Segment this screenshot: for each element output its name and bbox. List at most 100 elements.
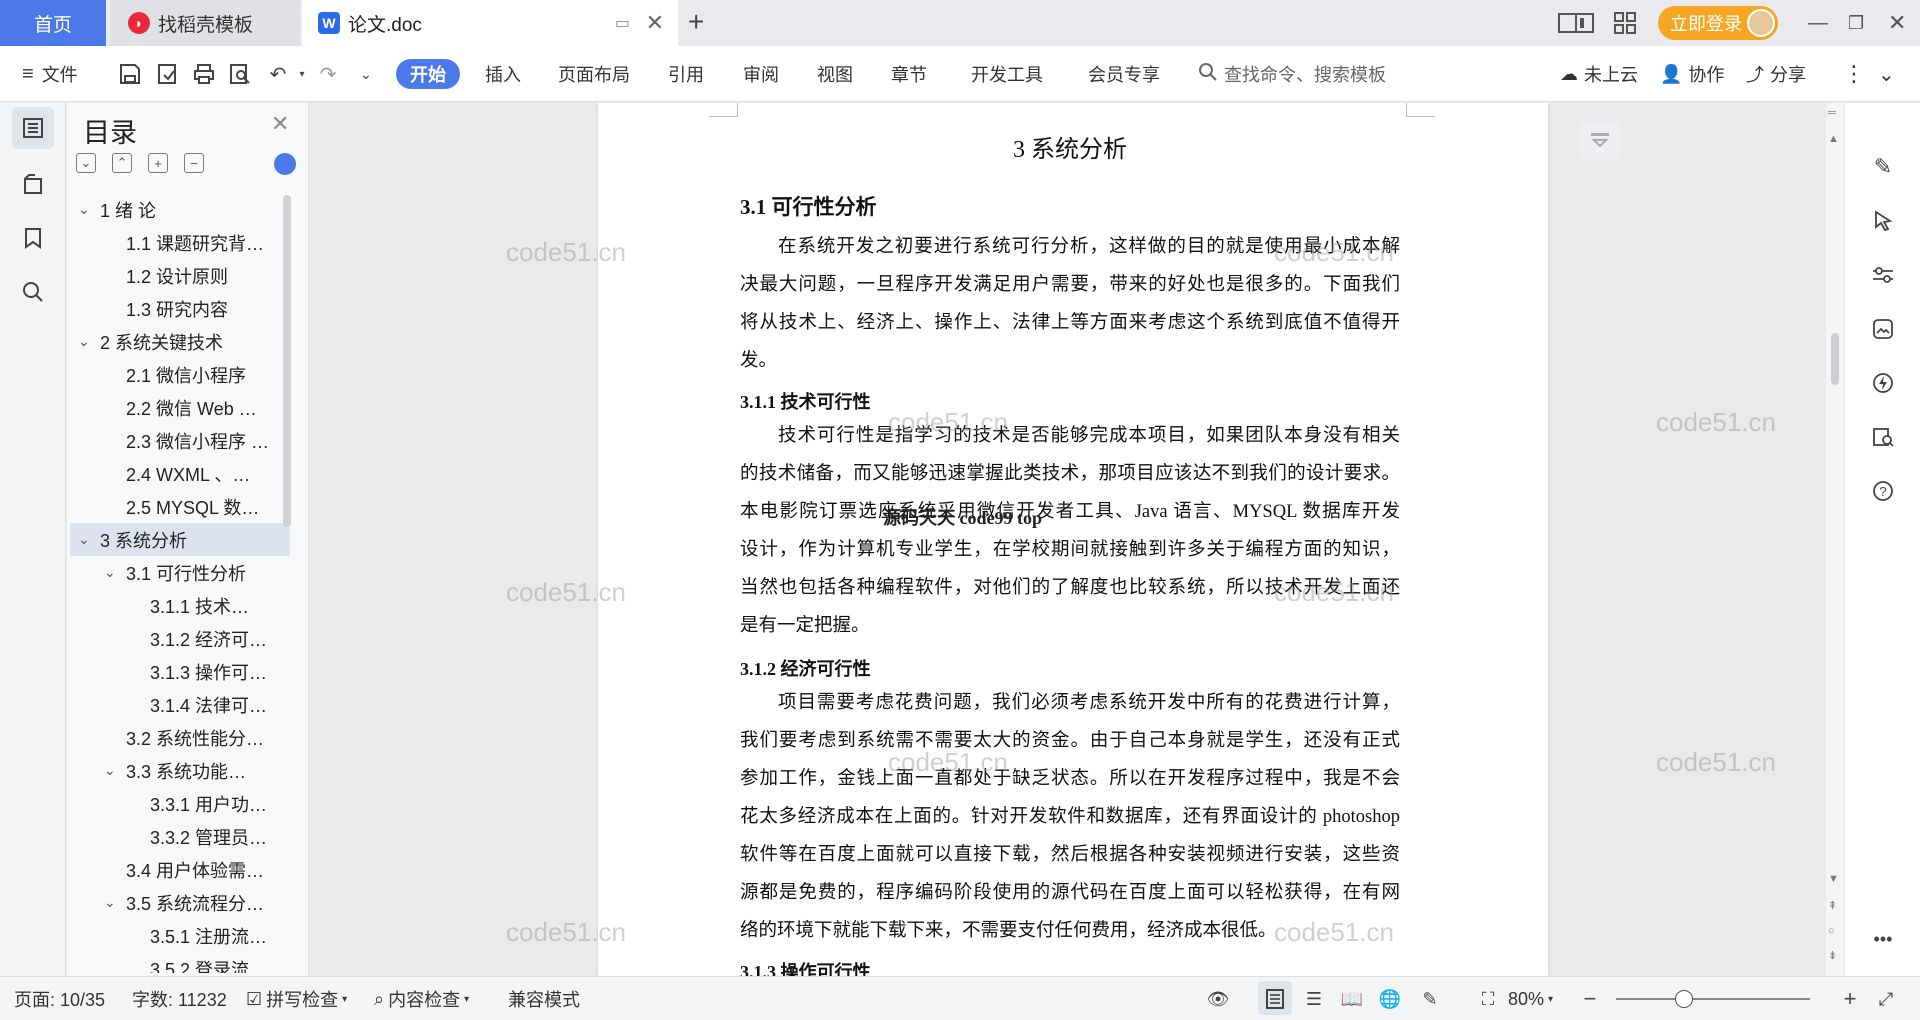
tab-page-layout[interactable]: 页面布局	[558, 46, 630, 102]
word-count[interactable]: 字数: 11232	[132, 977, 227, 1020]
toc-item[interactable]: 1.2 设计原则	[70, 259, 290, 292]
page-view-icon[interactable]	[1263, 987, 1287, 1011]
collapse-ribbon-icon[interactable]: ⌄	[1878, 46, 1895, 102]
close-window-icon[interactable]: ✕	[1888, 0, 1906, 46]
read-aloud-icon[interactable]	[1867, 421, 1899, 453]
tab-references[interactable]: 引用	[668, 46, 704, 102]
toc-item[interactable]: 3.5.1 注册流…	[70, 919, 290, 952]
web-view-icon[interactable]: 🌐	[1378, 987, 1402, 1011]
toc-item[interactable]: 2.5 MYSQL 数…	[70, 490, 290, 523]
toc-panel-icon[interactable]	[12, 107, 54, 149]
ai-bolt-icon[interactable]	[1867, 367, 1899, 399]
toc-item[interactable]: 2.3 微信小程序 …	[70, 424, 290, 457]
document-scrollbar[interactable]: ═ ▲ ▼ ⇞ ○ ⇟	[1826, 103, 1844, 976]
tab-member[interactable]: 会员专享	[1088, 46, 1160, 102]
new-tab-button[interactable]: +	[688, 6, 704, 38]
tab-review[interactable]: 审阅	[743, 46, 779, 102]
zoom-in-icon[interactable]: +	[1838, 986, 1862, 1011]
zoom-slider-handle[interactable]	[1674, 990, 1693, 1008]
select-browse-icon[interactable]: ○	[1828, 925, 1835, 937]
toc-item[interactable]: ⌄ 3.5 系统流程分…	[70, 886, 290, 919]
minimize-icon[interactable]: —	[1808, 0, 1828, 46]
toc-item[interactable]: 3.1.3 操作可…	[70, 655, 290, 688]
undo-dropdown-icon[interactable]: ▾	[290, 62, 314, 86]
bookmark-icon[interactable]	[12, 217, 54, 259]
zoom-out-icon[interactable]: −	[1578, 986, 1602, 1011]
tab-document[interactable]: W 论文.doc ▭ ✕	[302, 0, 678, 46]
zoom-level-dropdown[interactable]: 80% ▾	[1508, 977, 1553, 1020]
toc-item[interactable]: ⌄ 2 系统关键技术	[70, 325, 290, 358]
add-heading-icon[interactable]: +	[148, 153, 168, 173]
remove-heading-icon[interactable]: −	[184, 153, 204, 173]
export-pdf-icon[interactable]	[156, 62, 180, 86]
toc-scrollbar[interactable]	[283, 195, 291, 527]
command-search[interactable]: 查找命令、搜索模板	[1198, 46, 1386, 102]
collaborate-button[interactable]: 👤 协作	[1660, 46, 1724, 102]
prev-page-icon[interactable]: ⇞	[1828, 899, 1837, 912]
toc-item[interactable]: 3.1.2 经济可…	[70, 622, 290, 655]
tab-view[interactable]: 视图	[817, 46, 853, 102]
next-page-icon[interactable]: ⇟	[1828, 949, 1837, 962]
toc-item[interactable]: 1.3 研究内容	[70, 292, 290, 325]
file-menu[interactable]: ≡ 文件	[22, 46, 78, 102]
toc-item[interactable]: 3.1.1 技术…	[70, 589, 290, 622]
image-tool-icon[interactable]	[1867, 313, 1899, 345]
tab-chapter[interactable]: 章节	[891, 46, 927, 102]
collapse-all-icon[interactable]: ⌄	[76, 153, 96, 173]
tab-start[interactable]: 开始	[396, 59, 460, 89]
toc-item[interactable]: 2.1 微信小程序	[70, 358, 290, 391]
search-panel-icon[interactable]	[12, 271, 54, 313]
toc-item[interactable]: ⌄ 3.3 系统功能…	[70, 754, 290, 787]
ai-assistant-icon[interactable]	[274, 153, 296, 175]
scroll-top-icon[interactable]: ═	[1828, 107, 1836, 119]
toc-item[interactable]: 3.5.2 登录流…	[70, 952, 290, 974]
toc-item[interactable]: 3.3.2 管理员…	[70, 820, 290, 853]
undo-icon[interactable]: ↶	[266, 62, 290, 86]
customize-dropdown-icon[interactable]: ⌄	[354, 62, 378, 86]
toc-item[interactable]: 3.3.1 用户功…	[70, 787, 290, 820]
print-icon[interactable]	[192, 62, 216, 86]
chevron-down-icon[interactable]: ⌄	[104, 564, 116, 581]
chevron-down-icon[interactable]: ⌄	[104, 894, 116, 911]
filter-icon[interactable]	[1580, 123, 1620, 159]
toc-item[interactable]: ⌄ 1 绪 论	[70, 193, 290, 226]
toc-item[interactable]: 3.1.4 法律可…	[70, 688, 290, 721]
page-count[interactable]: 页面: 10/35	[14, 977, 105, 1020]
toc-item[interactable]: 1.1 课题研究背…	[70, 226, 290, 259]
toc-item[interactable]: 3.4 用户体验需…	[70, 853, 290, 886]
login-button[interactable]: 立即登录	[1658, 6, 1778, 40]
toc-item[interactable]: 2.2 微信 Web …	[70, 391, 290, 424]
help-icon[interactable]: ?	[1867, 475, 1899, 507]
restore-icon[interactable]: ❐	[1848, 0, 1864, 46]
fit-page-icon[interactable]: ⛶	[1476, 987, 1500, 1011]
pen-edit-icon[interactable]: ✎	[1867, 151, 1899, 183]
share-button[interactable]: ⤴ 分享	[1746, 46, 1806, 102]
chevron-down-icon[interactable]: ⌄	[78, 201, 90, 218]
toc-item[interactable]: 2.4 WXML 、…	[70, 457, 290, 490]
content-check-button[interactable]: ⌕ 内容检查 ▾	[374, 977, 469, 1020]
toc-item[interactable]: ⌄ 3 系统分析	[70, 523, 290, 556]
save-icon[interactable]	[118, 62, 142, 86]
toc-item[interactable]: 3.2 系统性能分…	[70, 721, 290, 754]
write-mode-icon[interactable]: ✎	[1418, 987, 1442, 1011]
redo-icon[interactable]: ↷	[316, 62, 340, 86]
outline-icon[interactable]	[12, 163, 54, 205]
chevron-down-icon[interactable]: ⌄	[104, 762, 116, 779]
toc-item[interactable]: ⌄ 3.1 可行性分析	[70, 556, 290, 589]
expand-up-icon[interactable]: ⌃	[112, 153, 132, 173]
tab-developer[interactable]: 开发工具	[971, 46, 1043, 102]
adjust-sliders-icon[interactable]	[1867, 259, 1899, 291]
select-cursor-icon[interactable]	[1867, 205, 1899, 237]
scrollbar-thumb[interactable]	[1831, 333, 1839, 385]
grid-apps-icon[interactable]	[1614, 0, 1636, 46]
spell-check-button[interactable]: ☑ 拼写检查 ▾	[246, 977, 347, 1020]
scroll-down-icon[interactable]: ▼	[1828, 873, 1839, 885]
reading-view-icon[interactable]: 📖	[1340, 987, 1364, 1011]
reading-layout-icon[interactable]	[1558, 0, 1594, 46]
tab-daoke-templates[interactable]: ◗ 找稻壳模板	[110, 0, 300, 46]
monitor-icon[interactable]: ▭	[615, 13, 630, 33]
zoom-slider-track[interactable]	[1616, 998, 1810, 1000]
tab-insert[interactable]: 插入	[485, 46, 521, 102]
eye-protection-icon[interactable]: 👁	[1206, 987, 1230, 1011]
chevron-down-icon[interactable]: ⌄	[78, 333, 90, 350]
